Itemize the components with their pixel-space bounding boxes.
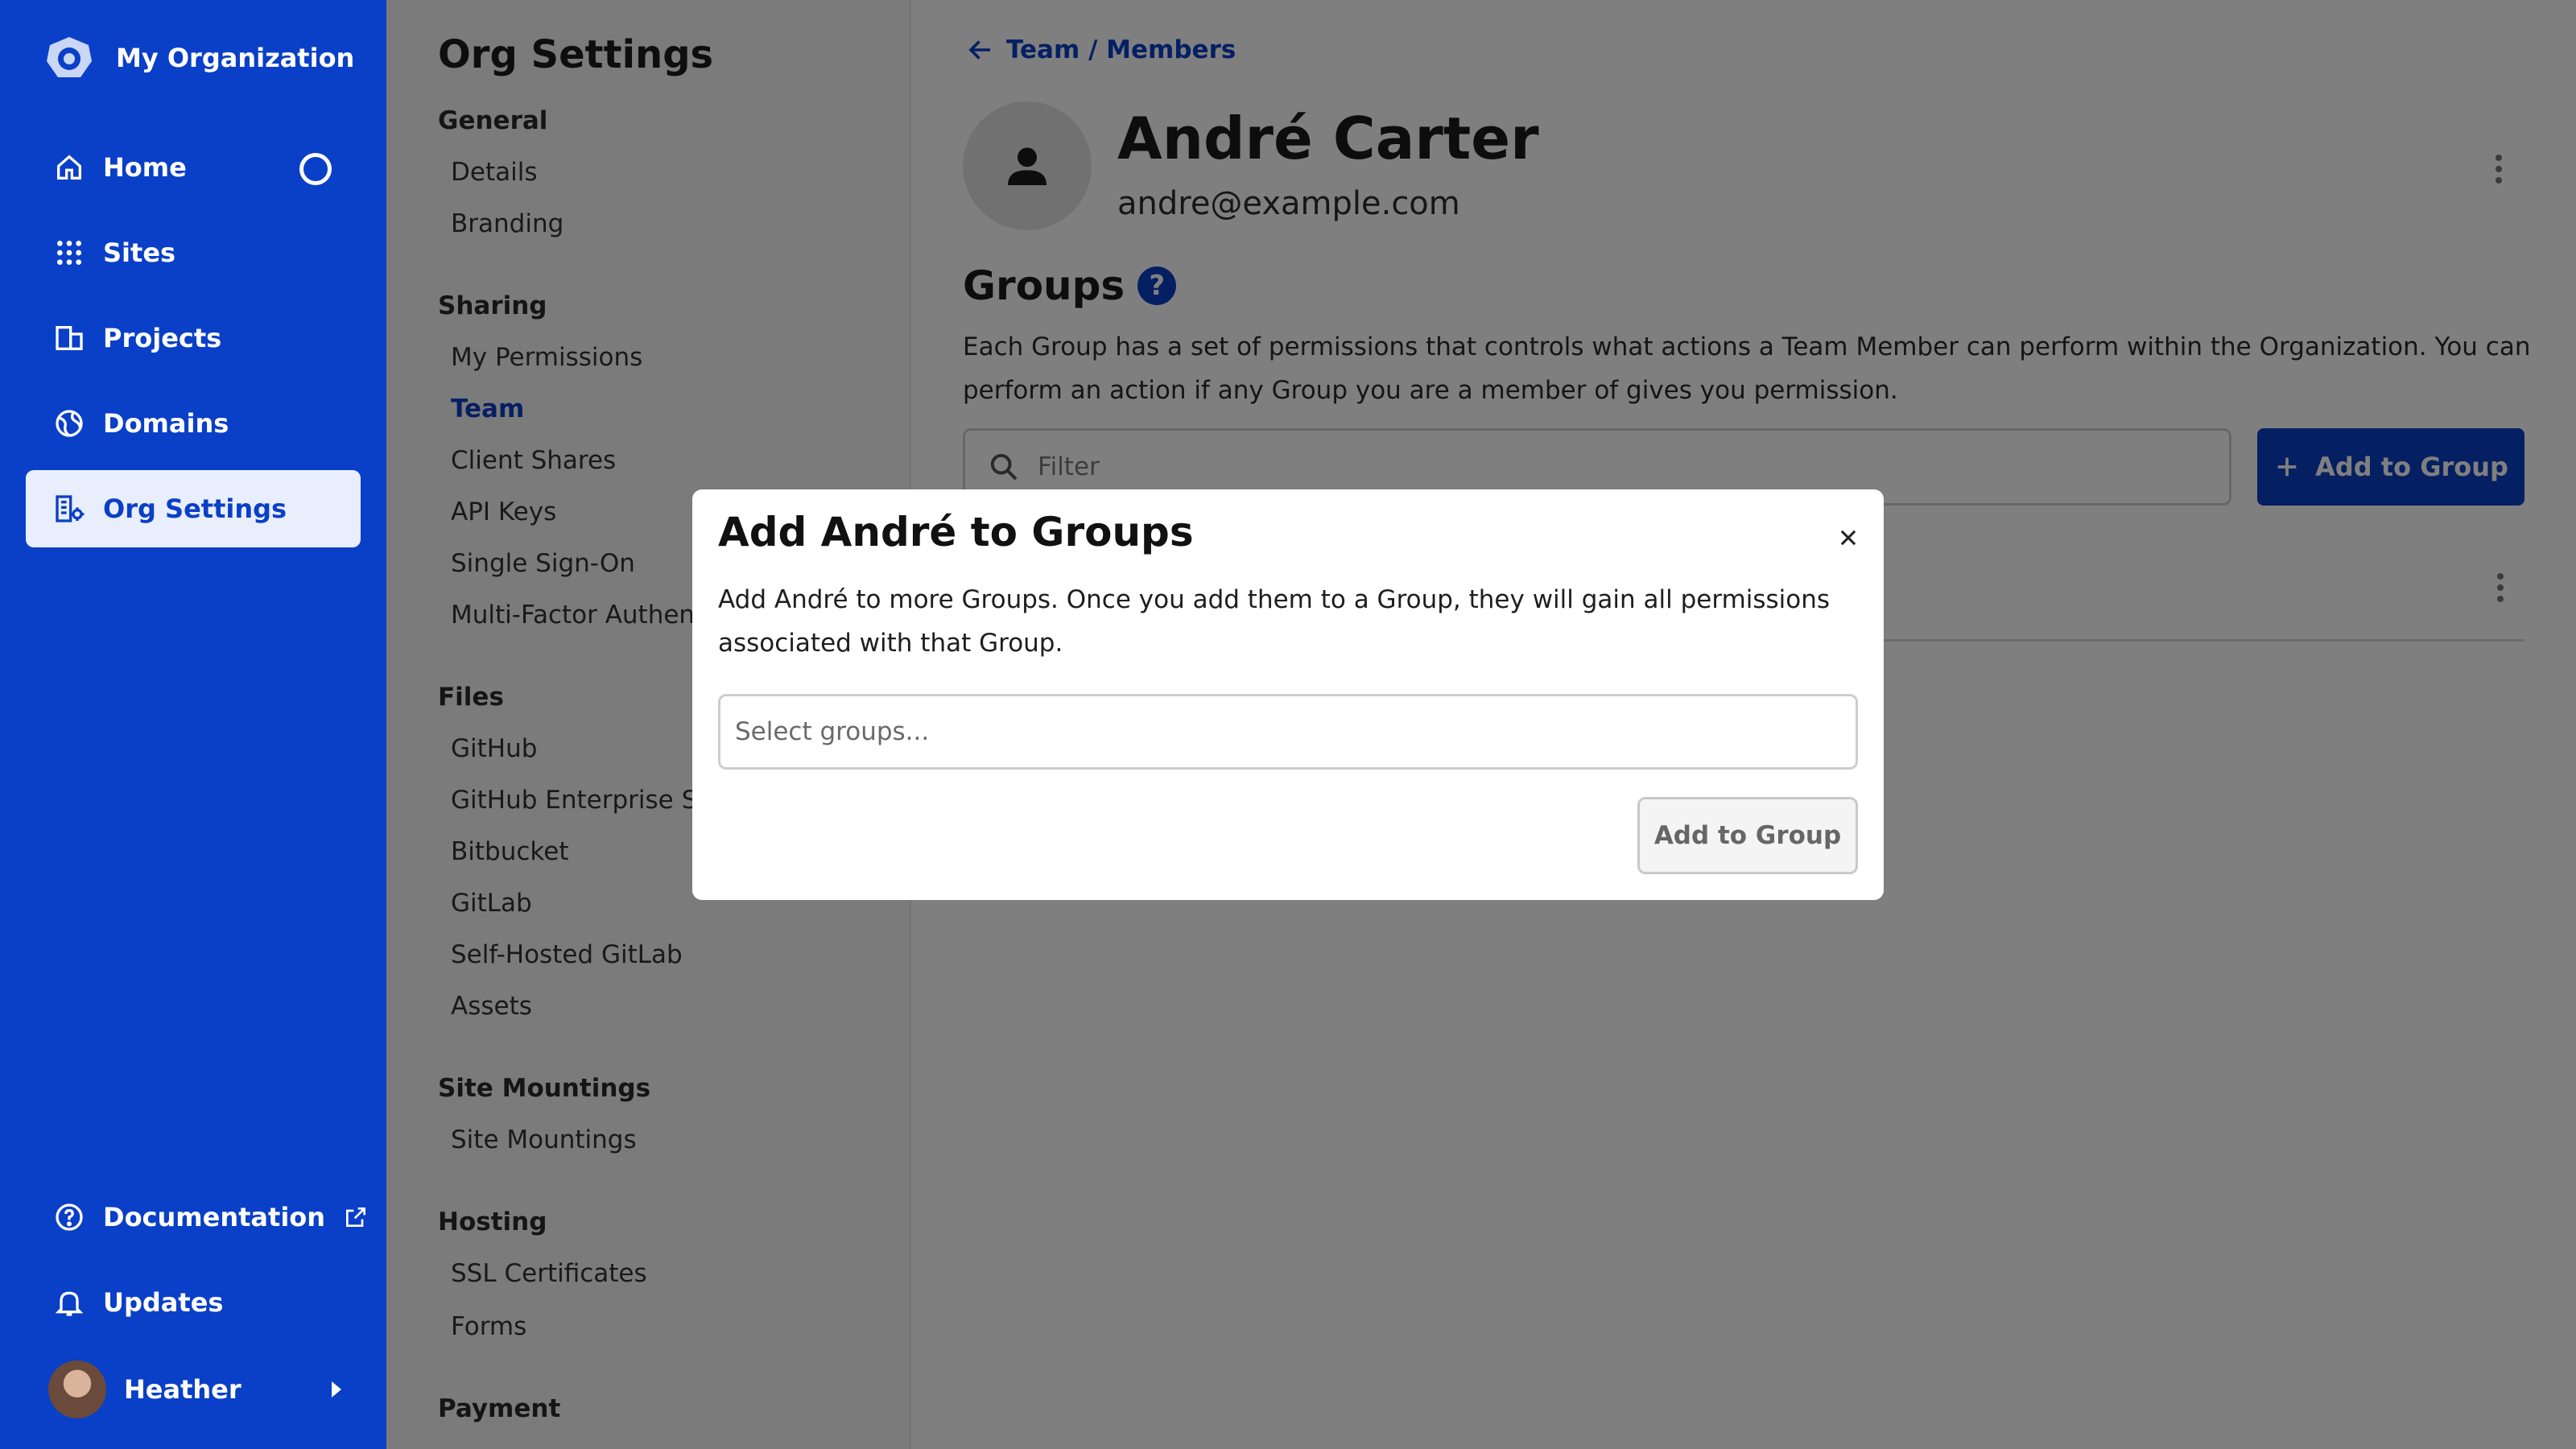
nav-item-home[interactable]: Home — [26, 129, 361, 206]
nav-item-sites[interactable]: Sites — [26, 214, 361, 291]
user-menu[interactable]: Heather — [48, 1360, 242, 1418]
primary-nav: Home Sites Projects Domains Org Settings — [26, 129, 361, 555]
close-icon[interactable] — [1829, 518, 1868, 557]
external-link-icon — [346, 1208, 366, 1227]
user-menu-name: Heather — [124, 1374, 242, 1405]
groups-select-input[interactable] — [718, 694, 1858, 770]
nav-label-home: Home — [103, 152, 187, 183]
nav-label-sites: Sites — [103, 237, 176, 268]
org-name: My Organization — [116, 43, 355, 73]
org-switcher[interactable]: My Organization — [42, 34, 354, 82]
nav-label-documentation: Documentation — [103, 1202, 326, 1232]
nav-label-projects: Projects — [103, 323, 222, 353]
nav-label-domains: Domains — [103, 408, 229, 439]
secondary-nav: Documentation Updates — [26, 1179, 366, 1349]
dialog-title: Add André to Groups — [718, 509, 1194, 555]
globe-icon — [56, 410, 83, 437]
sidebar: My Organization Home Sites Projects Doma… — [0, 0, 386, 1449]
nav-item-documentation[interactable]: Documentation — [26, 1179, 366, 1256]
nav-label-org-settings: Org Settings — [103, 493, 287, 524]
nav-item-projects[interactable]: Projects — [26, 299, 361, 377]
org-logo-icon — [47, 37, 92, 77]
add-to-groups-dialog: Add André to Groups Add André to more Gr… — [692, 489, 1884, 900]
org-settings-icon — [56, 495, 85, 522]
loading-spinner-icon — [299, 153, 332, 185]
home-icon — [57, 155, 81, 180]
dialog-add-to-group-button[interactable]: Add to Group — [1637, 797, 1858, 874]
grid-icon — [57, 241, 81, 265]
dialog-description: Add André to more Groups. Once you add t… — [718, 585, 1831, 658]
nav-item-domains[interactable]: Domains — [26, 385, 361, 462]
help-circle-icon — [56, 1203, 83, 1231]
nav-item-org-settings[interactable]: Org Settings — [26, 470, 361, 547]
bell-icon — [55, 1291, 84, 1316]
nav-item-updates[interactable]: Updates — [26, 1264, 361, 1341]
nav-label-updates: Updates — [103, 1287, 224, 1318]
caret-right-icon[interactable] — [332, 1381, 341, 1397]
avatar — [48, 1360, 106, 1418]
projects-icon — [56, 326, 83, 350]
